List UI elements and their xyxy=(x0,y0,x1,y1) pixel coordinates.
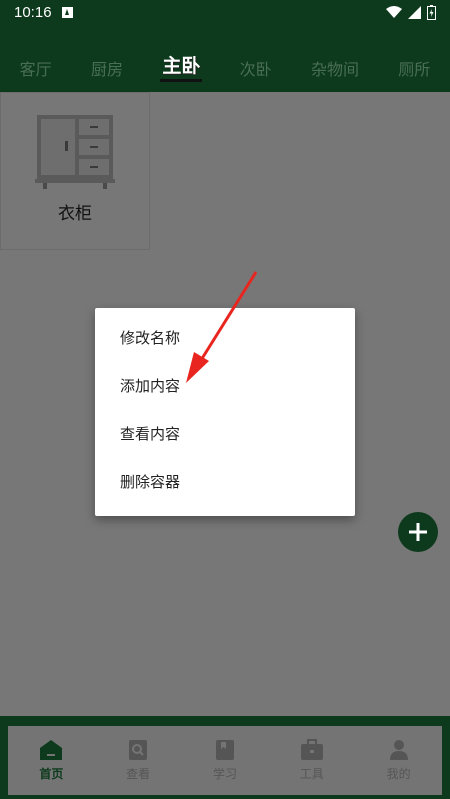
nav-home-label: 首页 xyxy=(39,767,64,781)
status-time: 10:16 xyxy=(14,3,52,21)
add-container-button[interactable] xyxy=(398,512,438,552)
briefcase-icon xyxy=(300,739,323,760)
home-icon xyxy=(40,740,63,760)
tab-living-room[interactable]: 客厅 xyxy=(20,56,52,80)
menu-add-content[interactable]: 添加内容 xyxy=(95,362,355,410)
status-bar: 10:16 xyxy=(0,0,450,24)
nav-profile-label: 我的 xyxy=(386,767,411,781)
nav-study[interactable]: 学习 xyxy=(195,739,255,782)
bottom-nav: 首页 查看 学习 工具 我的 xyxy=(8,726,442,795)
nav-study-label: 学习 xyxy=(212,767,237,781)
plus-icon xyxy=(409,523,427,541)
book-icon xyxy=(215,740,234,760)
nav-tools-label: 工具 xyxy=(299,767,324,781)
menu-delete-container[interactable]: 删除容器 xyxy=(95,458,355,506)
notification-icon xyxy=(61,6,73,18)
container-card[interactable]: 衣柜 xyxy=(0,92,150,250)
nav-view[interactable]: 查看 xyxy=(108,739,168,782)
bottom-nav-wrapper: 首页 查看 学习 工具 我的 xyxy=(0,716,450,799)
container-context-menu: 修改名称 添加内容 查看内容 删除容器 xyxy=(95,308,355,516)
signal-icon xyxy=(408,5,421,19)
nav-home[interactable]: 首页 xyxy=(21,739,81,782)
nav-profile[interactable]: 我的 xyxy=(369,739,429,782)
tab-master-bedroom[interactable]: 主卧 xyxy=(160,51,203,82)
nav-view-label: 查看 xyxy=(126,767,151,781)
person-icon xyxy=(389,740,408,760)
tab-kitchen[interactable]: 厨房 xyxy=(91,56,123,80)
tab-toilet[interactable]: 厕所 xyxy=(398,56,430,80)
menu-rename[interactable]: 修改名称 xyxy=(95,314,355,362)
room-tab-bar: 客厅 厨房 主卧 次卧 杂物间 厕所 xyxy=(0,24,450,92)
battery-icon xyxy=(427,4,436,20)
wifi-icon xyxy=(386,6,402,18)
cabinet-icon xyxy=(35,115,115,189)
nav-tools[interactable]: 工具 xyxy=(282,739,342,782)
menu-view-content[interactable]: 查看内容 xyxy=(95,410,355,458)
search-doc-icon xyxy=(129,740,148,760)
tab-storage-room[interactable]: 杂物间 xyxy=(311,56,359,80)
container-card-label: 衣柜 xyxy=(58,204,92,224)
tab-second-bedroom[interactable]: 次卧 xyxy=(240,56,272,80)
